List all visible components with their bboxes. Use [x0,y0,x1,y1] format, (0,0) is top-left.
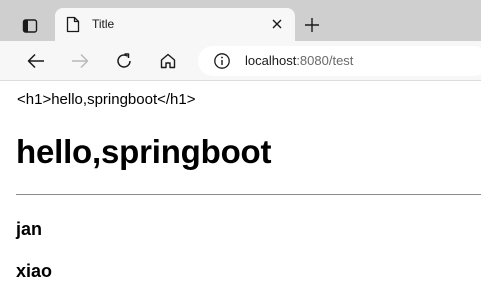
tab-close-button[interactable] [268,15,286,33]
page-icon [66,16,80,33]
new-tab-button[interactable] [301,14,323,36]
escaped-html-text: <h1>hello,springboot</h1> [17,91,196,108]
list-item: jan [16,219,43,239]
url-path: :8080/test [296,53,354,68]
home-button[interactable] [154,47,182,75]
refresh-button[interactable] [110,47,138,75]
refresh-icon [117,53,131,68]
tab-strip: Title [0,0,481,41]
home-icon [160,53,176,69]
tab-title: Title [92,17,115,31]
close-icon [272,19,282,29]
url-text[interactable]: localhost:8080/test [245,53,353,68]
info-icon[interactable] [213,52,231,70]
page-heading: hello,springboot [16,133,272,170]
browser-toolbar: localhost:8080/test [0,41,481,81]
tab-actions-button[interactable] [18,14,42,38]
page-content: <h1>hello,springboot</h1> hello,springbo… [0,82,481,296]
list-item: xiao [16,261,53,281]
forward-arrow-icon [72,53,89,69]
url-host: localhost [245,53,297,68]
back-arrow-icon [27,53,44,69]
address-bar[interactable]: localhost:8080/test [198,46,481,76]
back-button[interactable] [22,47,50,75]
tab-actions-icon [22,19,38,33]
plus-icon [305,18,319,32]
browser-tab[interactable]: Title [55,8,295,41]
horizontal-rule [16,194,481,195]
forward-button[interactable] [66,47,94,75]
